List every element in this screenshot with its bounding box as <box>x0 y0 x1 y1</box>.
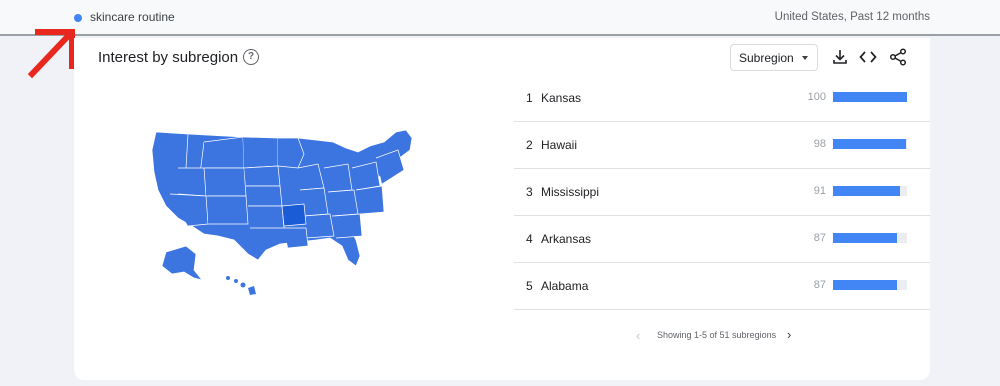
resolution-select[interactable]: Subregion <box>730 44 818 71</box>
embed-icon[interactable] <box>858 48 878 66</box>
ranking-row[interactable]: 1 Kansas 100 <box>514 75 930 122</box>
interest-bar-fill <box>833 233 898 243</box>
region-name: Alabama <box>541 279 589 293</box>
interest-bar-fill <box>833 139 906 149</box>
interest-bar-fill <box>833 92 907 102</box>
interest-bar-track <box>833 139 907 149</box>
interest-value: 100 <box>807 91 826 103</box>
term-color-dot <box>74 14 82 22</box>
interest-bar-track <box>833 92 907 102</box>
region-name: Mississippi <box>541 185 600 199</box>
interest-by-subregion-card: Interest by subregion ? Subregion 1 Kans… <box>74 38 930 380</box>
ranking-row[interactable]: 2 Hawaii 98 <box>514 122 930 169</box>
share-icon[interactable] <box>888 48 908 66</box>
us-subregion-map[interactable] <box>148 128 418 328</box>
interest-bar-track <box>833 233 907 243</box>
rank-number: 4 <box>526 232 533 246</box>
rank-number: 2 <box>526 138 533 152</box>
interest-value: 87 <box>813 232 826 244</box>
interest-bar-fill <box>833 280 898 290</box>
download-icon[interactable] <box>830 48 850 66</box>
chevron-right-icon[interactable]: › <box>787 327 791 342</box>
ranking-row[interactable]: 3 Mississippi 91 <box>514 169 930 216</box>
interest-bar-fill <box>833 186 901 196</box>
pagination-text: Showing 1-5 of 51 subregions <box>657 330 777 340</box>
rank-number: 3 <box>526 185 533 199</box>
interest-bar-track <box>833 280 907 290</box>
ranking-row[interactable]: 5 Alabama 87 <box>514 263 930 310</box>
region-name: Arkansas <box>541 232 592 246</box>
resolution-select-value: Subregion <box>739 51 794 65</box>
filter-summary[interactable]: United States, Past 12 months <box>775 11 930 23</box>
interest-value: 98 <box>813 138 826 150</box>
chevron-left-icon[interactable]: ‹ <box>636 328 640 343</box>
help-icon[interactable]: ? <box>243 49 259 65</box>
region-name: Kansas <box>541 91 582 105</box>
region-name: Hawaii <box>541 138 578 152</box>
rank-number: 5 <box>526 279 533 293</box>
rank-number: 1 <box>526 91 533 105</box>
card-title: Interest by subregion <box>98 49 239 66</box>
interest-bar-track <box>833 186 907 196</box>
interest-value: 91 <box>813 185 826 197</box>
search-term-label[interactable]: skincare routine <box>90 10 175 24</box>
pagination: ‹ Showing 1-5 of 51 subregions › <box>514 326 930 346</box>
caret-down-icon <box>802 56 808 60</box>
ranking-row[interactable]: 4 Arkansas 87 <box>514 216 930 263</box>
search-term-bar: skincare routine United States, Past 12 … <box>0 0 1000 36</box>
interest-value: 87 <box>813 279 826 291</box>
